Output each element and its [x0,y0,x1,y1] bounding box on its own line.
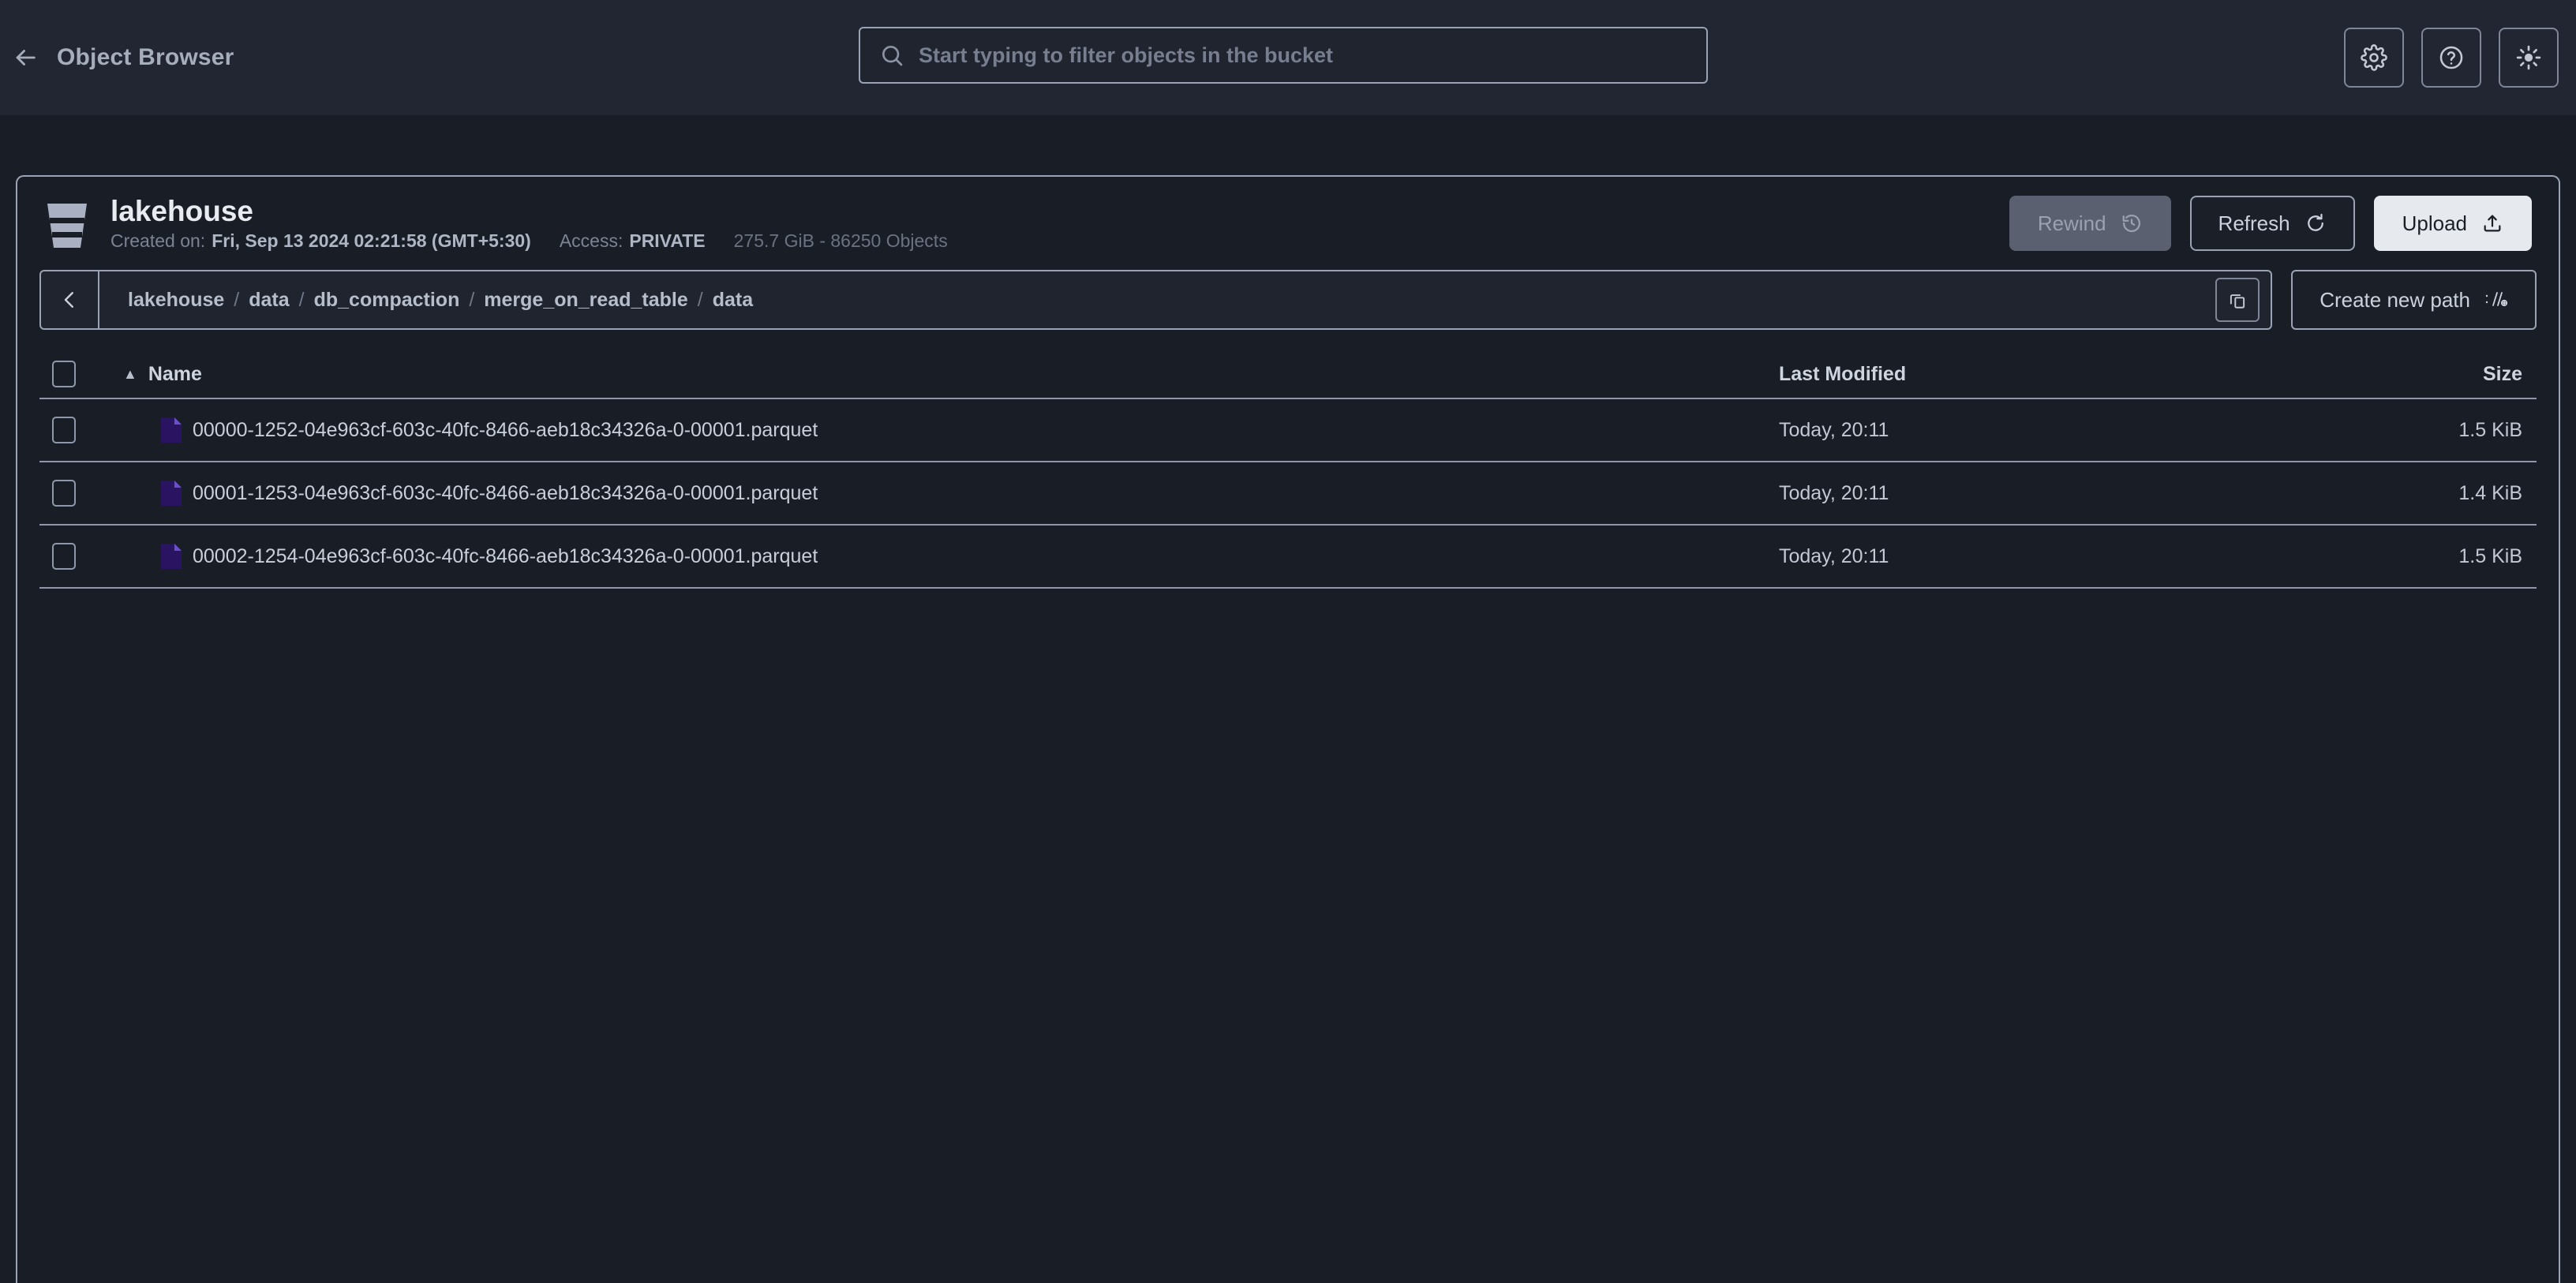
bucket-usage: 275.7 GiB - 86250 Objects [733,230,948,251]
bucket-icon [44,200,90,251]
created-on-value: Fri, Sep 13 2024 02:21:58 (GMT+5:30) [212,230,531,251]
breadcrumb-segment-4[interactable]: data [713,289,753,312]
column-header-size: Size [2482,362,2522,385]
table-row[interactable]: 00002-1254-04e963cf-603c-40fc-8466-aeb18… [39,526,2537,589]
copy-path-button[interactable] [2215,278,2260,322]
table-header-row: ▲ Name Last Modified Size [39,350,2537,399]
row-checkbox-cell [39,543,95,570]
object-name: 00002-1254-04e963cf-603c-40fc-8466-aeb18… [193,544,818,567]
object-last-modified: Today, 20:11 [1779,418,1889,441]
top-bar-actions [2344,0,2559,115]
arrow-left-icon[interactable] [9,42,41,73]
object-name: 00001-1253-04e963cf-603c-40fc-8466-aeb18… [193,481,818,504]
sort-ascending-icon: ▲ [123,366,137,382]
search-icon [879,43,904,68]
table-header-name-cell[interactable]: ▲ Name [95,363,1779,386]
breadcrumb-segment-1[interactable]: data [249,289,289,312]
table-row[interactable]: 00000-1252-04e963cf-603c-40fc-8466-aeb18… [39,399,2537,462]
breadcrumb-back-button[interactable] [41,271,99,328]
gear-icon [2361,44,2387,71]
row-name-cell[interactable]: 00001-1253-04e963cf-603c-40fc-8466-aeb18… [95,481,1779,506]
question-circle-icon [2438,44,2465,71]
access-label: Access: [559,230,623,251]
table-row[interactable]: 00001-1253-04e963cf-603c-40fc-8466-aeb18… [39,462,2537,526]
access-value: PRIVATE [629,230,706,251]
create-new-path-button[interactable]: Create new path [2291,270,2537,330]
upload-button-label: Upload [2402,211,2467,235]
page-title: Object Browser [57,44,234,70]
row-name-cell[interactable]: 00000-1252-04e963cf-603c-40fc-8466-aeb18… [95,417,1779,443]
row-select-checkbox[interactable] [52,543,76,570]
settings-button[interactable] [2344,28,2404,88]
chevron-left-icon [58,288,81,312]
bucket-info: lakehouse Created on: Fri, Sep 13 2024 0… [110,196,948,250]
created-on-label: Created on: [110,230,206,251]
table-header-size-cell[interactable]: Size [2347,363,2537,386]
rewind-button[interactable]: Rewind [2009,196,2171,251]
parquet-file-icon [161,417,182,443]
rewind-button-label: Rewind [2037,211,2106,235]
rewind-clock-icon [2121,212,2143,234]
bucket-actions: Rewind Refresh Upload [2009,196,2532,251]
column-header-last-modified: Last Modified [1779,362,1907,385]
breadcrumb-segment-0[interactable]: lakehouse [128,289,224,312]
row-modified-cell: Today, 20:11 [1779,545,2347,568]
row-size-cell: 1.5 KiB [2347,419,2537,442]
breadcrumb: lakehouse / data / db_compaction / merge… [99,271,2215,328]
bucket-header: lakehouse Created on: Fri, Sep 13 2024 0… [17,177,2559,270]
help-button[interactable] [2421,28,2481,88]
row-select-checkbox[interactable] [52,480,76,507]
breadcrumb-segment-3[interactable]: merge_on_read_table [484,289,687,312]
row-name-cell[interactable]: 00002-1254-04e963cf-603c-40fc-8466-aeb18… [95,544,1779,569]
row-modified-cell: Today, 20:11 [1779,482,2347,505]
object-last-modified: Today, 20:11 [1779,481,1889,504]
search-bar[interactable] [859,27,1708,84]
upload-button[interactable]: Upload [2373,196,2532,251]
table-header-modified-cell[interactable]: Last Modified [1779,363,2347,386]
refresh-icon [2305,212,2327,234]
breadcrumb-segment-2[interactable]: db_compaction [314,289,460,312]
row-checkbox-cell [39,417,95,443]
object-size: 1.5 KiB [2458,544,2522,567]
theme-toggle-button[interactable] [2499,28,2559,88]
object-name: 00000-1252-04e963cf-603c-40fc-8466-aeb18… [193,418,818,441]
create-new-path-label: Create new path [2320,287,2470,312]
objects-table: ▲ Name Last Modified Size 00000-1252-04e… [39,350,2537,589]
refresh-button[interactable]: Refresh [2189,196,2355,251]
object-size: 1.4 KiB [2458,481,2522,504]
refresh-button-label: Refresh [2218,211,2290,235]
row-size-cell: 1.4 KiB [2347,482,2537,505]
breadcrumb-separator-3: / [697,288,703,311]
breadcrumb-row: lakehouse / data / db_compaction / merge… [39,270,2537,330]
object-size: 1.5 KiB [2458,418,2522,441]
row-select-checkbox[interactable] [52,417,76,443]
bucket-meta: Created on: Fri, Sep 13 2024 02:21:58 (G… [110,232,948,250]
new-path-icon [2484,290,2508,310]
object-browser-card: lakehouse Created on: Fri, Sep 13 2024 0… [16,175,2560,1283]
bucket-name: lakehouse [110,195,253,227]
back-navigation[interactable]: Object Browser [9,0,234,115]
table-header-checkbox-cell [39,361,95,387]
copy-icon [2227,290,2248,310]
object-last-modified: Today, 20:11 [1779,544,1889,567]
upload-icon [2481,212,2503,234]
sun-icon [2515,44,2542,71]
breadcrumb-container: lakehouse / data / db_compaction / merge… [39,270,2273,330]
top-header-bar: Object Browser [0,0,2576,115]
parquet-file-icon [161,544,182,569]
search-input[interactable] [919,43,1687,68]
row-checkbox-cell [39,480,95,507]
column-header-name: Name [148,362,202,385]
parquet-file-icon [161,481,182,506]
breadcrumb-separator-0: / [234,288,240,311]
select-all-checkbox[interactable] [52,361,76,387]
row-size-cell: 1.5 KiB [2347,545,2537,568]
row-modified-cell: Today, 20:11 [1779,419,2347,442]
breadcrumb-separator-1: / [298,288,305,311]
breadcrumb-separator-2: / [469,288,475,311]
